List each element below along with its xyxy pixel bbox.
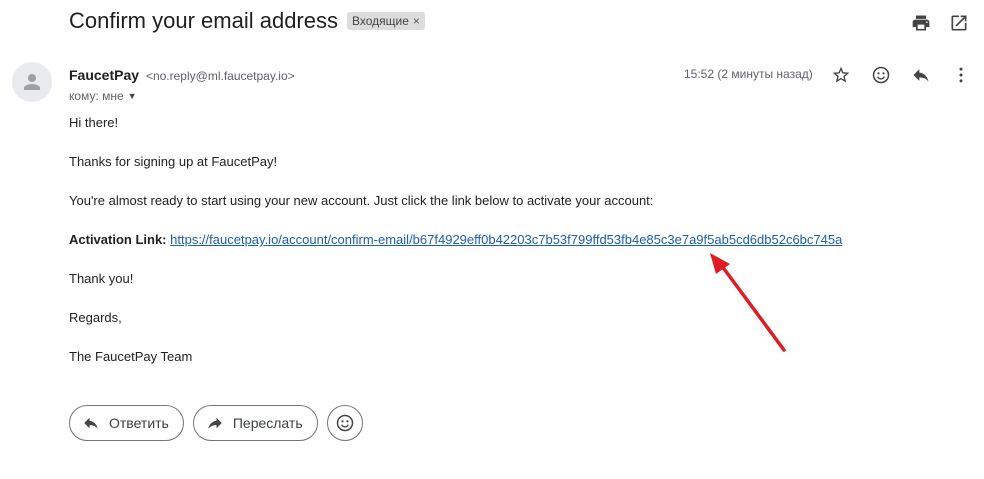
activation-link[interactable]: https://faucetpay.io/account/confirm-ema… (170, 232, 842, 247)
emoji-react-icon[interactable] (870, 64, 892, 86)
thanks-line: Thanks for signing up at FaucetPay! (69, 154, 278, 169)
sender-email: <no.reply@ml.faucetpay.io> (145, 69, 295, 83)
sender-line: FaucetPay <no.reply@ml.faucetpay.io> (69, 67, 295, 83)
forward-icon (208, 417, 222, 429)
sender-avatar[interactable] (12, 62, 52, 102)
message-time: 15:52 (2 минуты назад) (684, 67, 813, 81)
emoji-icon (336, 414, 353, 432)
inbox-label-text: Входящие (351, 14, 409, 28)
signature-line: The FaucetPay Team (69, 349, 193, 364)
show-details-caret-icon[interactable]: ▼ (128, 91, 137, 101)
inbox-label-chip[interactable]: Входящие × (346, 12, 425, 30)
recipient-line: кому: мне ▼ (69, 89, 137, 103)
star-icon[interactable] (830, 64, 852, 86)
subject-row: Confirm your email address Входящие × (69, 8, 425, 34)
more-vert-icon[interactable] (950, 64, 972, 86)
emoji-react-button[interactable] (326, 405, 363, 441)
activation-label: Activation Link: (69, 232, 167, 247)
forward-button-label: Переслать (232, 415, 303, 431)
email-body: Hi there! Thanks for signing up at Fauce… (69, 115, 842, 388)
remove-label-icon[interactable]: × (413, 14, 420, 28)
thank-you-line: Thank you! (69, 271, 134, 286)
reply-button-label: Ответить (109, 415, 169, 431)
open-in-new-window-icon[interactable] (948, 12, 970, 34)
footer-actions: Ответить Переслать (69, 405, 363, 441)
greeting: Hi there! (69, 115, 119, 130)
forward-button[interactable]: Переслать (192, 405, 318, 441)
message-actions (830, 64, 972, 86)
reply-button[interactable]: Ответить (69, 405, 184, 441)
reply-icon[interactable] (910, 64, 932, 86)
sender-name[interactable]: FaucetPay (69, 67, 139, 83)
activation-line: Activation Link: https://faucetpay.io/ac… (69, 232, 842, 271)
person-icon (24, 74, 40, 90)
print-icon[interactable] (910, 12, 932, 34)
instruction-line: You're almost ready to start using your … (69, 193, 654, 208)
thread-toolbar (910, 12, 970, 34)
regards-line: Regards, (69, 310, 122, 325)
recipient-text: кому: мне (69, 89, 124, 103)
email-subject: Confirm your email address (69, 8, 338, 33)
reply-icon (84, 417, 98, 429)
